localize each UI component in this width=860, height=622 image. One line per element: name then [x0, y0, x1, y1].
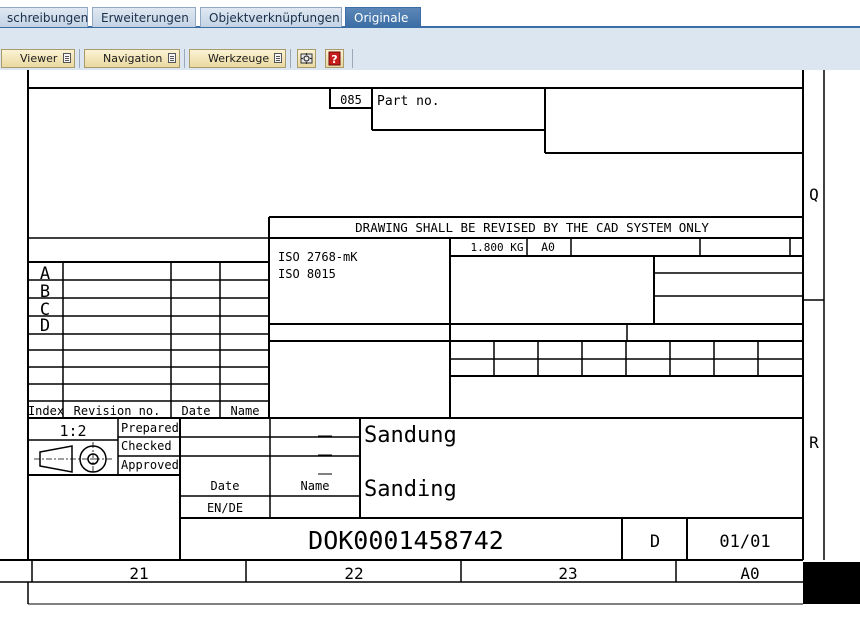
toolbar-separator [352, 49, 353, 68]
navigation-label: Navigation [103, 52, 163, 65]
document-version: D [650, 532, 660, 552]
part-code: 085 [340, 93, 362, 107]
revision-header-name: Name [231, 404, 260, 418]
format-top: A0 [541, 240, 555, 254]
tab-objektverknuepfungen[interactable]: Objektverknüpfungen [200, 7, 342, 27]
drawing-title-en: Sanding [364, 477, 457, 502]
zone-row-r: R [809, 433, 819, 452]
zone-column-21: 21 [129, 564, 148, 583]
approved-label: Approved [121, 458, 179, 472]
standard-iso-8015: ISO 8015 [278, 267, 336, 281]
zone-column-23: 23 [558, 564, 577, 583]
viewer-label: Viewer [20, 52, 58, 65]
drawing-title-de: Sandung [364, 423, 457, 448]
viewer-menu-button[interactable]: Viewer [1, 49, 75, 68]
navigation-menu-button[interactable]: Navigation [84, 49, 180, 68]
werkzeuge-menu-button[interactable]: Werkzeuge [189, 49, 286, 68]
revision-notice: DRAWING SHALL BE REVISED BY THE CAD SYST… [355, 220, 709, 235]
toolbar-separator [184, 49, 185, 68]
toolbar: Viewer Navigation Werkzeuge ? [0, 28, 860, 70]
revision-letter-b: B [40, 282, 50, 302]
tab-erweiterungen[interactable]: Erweiterungen [92, 7, 196, 27]
format-bottom: A0 [740, 564, 759, 583]
help-icon: ? [328, 51, 341, 66]
dropdown-icon [63, 53, 71, 63]
settings-button[interactable] [297, 49, 316, 68]
toolbar-separator [79, 49, 80, 68]
date-label: Date [211, 479, 240, 493]
weight-value: 1.800 KG [471, 241, 524, 254]
toolbar-separator [290, 49, 291, 68]
revision-letter-a: A [40, 264, 50, 284]
werkzeuge-label: Werkzeuge [208, 52, 270, 65]
sheet-corner-block [803, 562, 860, 604]
tab-originale[interactable]: Originale [345, 7, 421, 27]
tab-strip: schreibungen Erweiterungen Objektverknüp… [0, 0, 860, 28]
dropdown-icon [274, 53, 282, 63]
settings-icon [300, 53, 313, 64]
revision-header-index: Index [28, 404, 64, 418]
tab-beschreibungen[interactable]: schreibungen [0, 7, 88, 27]
revision-header-date: Date [182, 404, 211, 418]
zone-column-22: 22 [344, 564, 363, 583]
dropdown-icon [168, 53, 176, 63]
drawing-viewer[interactable]: 085 Part no. DRAWING SHALL BE REVISED BY… [0, 70, 860, 618]
sheet-number: 01/01 [719, 532, 770, 552]
revision-letter-d: D [40, 316, 50, 336]
checked-label: Checked [121, 439, 172, 453]
help-button[interactable]: ? [325, 49, 344, 68]
scale-value: 1:2 [59, 422, 86, 440]
svg-text:?: ? [331, 53, 337, 66]
name-label: Name [301, 479, 330, 493]
part-no-label: Part no. [377, 94, 440, 109]
revision-header-revision-no: Revision no. [74, 404, 161, 418]
document-number: DOK0001458742 [308, 526, 504, 555]
cad-drawing: 085 Part no. DRAWING SHALL BE REVISED BY… [0, 70, 860, 605]
language-code: EN/DE [207, 501, 243, 515]
prepared-label: Prepared [121, 421, 179, 435]
zone-row-q: Q [809, 185, 819, 204]
standard-iso-2768: ISO 2768-mK [278, 250, 358, 264]
